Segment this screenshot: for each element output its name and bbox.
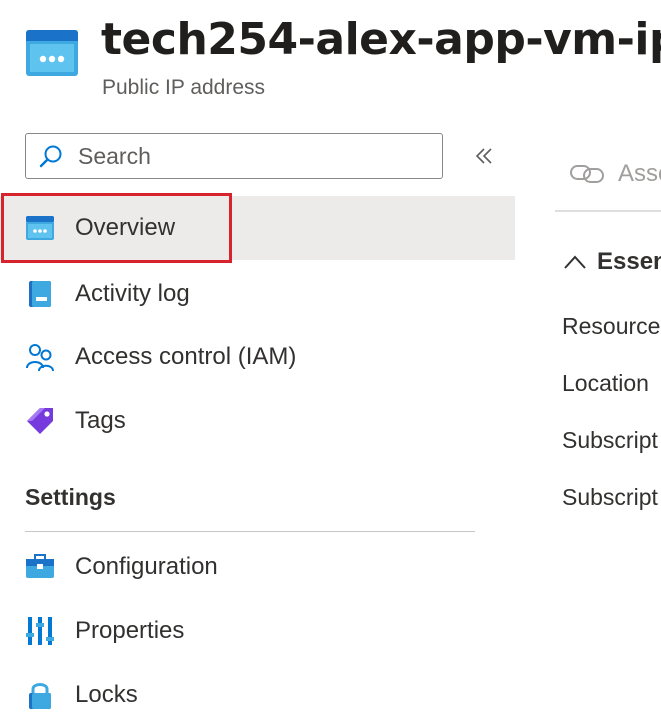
collapse-menu-icon[interactable] — [474, 146, 494, 166]
section-divider — [25, 531, 475, 532]
search-placeholder: Search — [78, 142, 151, 169]
associate-button-label: Asso — [618, 160, 661, 187]
configuration-icon — [25, 552, 55, 582]
public-ip-icon — [26, 30, 78, 76]
lock-icon — [25, 680, 55, 710]
nav-item-locks[interactable]: Locks — [0, 663, 515, 727]
tag-icon — [25, 406, 55, 436]
nav-item-activity-log[interactable]: Activity log — [0, 262, 515, 326]
associate-button[interactable]: Asso — [570, 160, 661, 188]
nav-item-label: Access control (IAM) — [75, 343, 297, 370]
nav-item-access-control[interactable]: Access control (IAM) — [0, 325, 515, 389]
toolbar-divider — [555, 210, 661, 212]
search-input[interactable]: Search — [25, 133, 443, 179]
nav-item-tags[interactable]: Tags — [0, 389, 515, 453]
essentials-label: Essen — [597, 248, 661, 275]
essentials-field-label: Subscript — [562, 484, 658, 510]
essentials-field-label: Subscript — [562, 427, 658, 453]
nav-item-label: Locks — [75, 681, 138, 708]
link-icon — [570, 165, 604, 183]
page-subtitle: Public IP address — [102, 76, 266, 99]
nav-item-properties[interactable]: Properties — [0, 599, 515, 663]
nav-item-configuration[interactable]: Configuration — [0, 535, 515, 599]
activity-log-icon — [25, 279, 55, 309]
nav-item-label: Tags — [75, 407, 126, 434]
essentials-field-label: Resource — [562, 313, 661, 339]
iam-icon — [25, 342, 55, 372]
settings-section-title: Settings — [25, 484, 116, 510]
chevron-up-icon — [564, 255, 586, 269]
selection-highlight-box — [1, 193, 232, 263]
nav-item-label: Properties — [75, 617, 185, 644]
page-title: tech254-alex-app-vm-ip — [101, 14, 661, 65]
nav-item-label: Activity log — [75, 280, 190, 307]
essentials-toggle[interactable]: Essen — [563, 248, 661, 276]
nav-item-label: Configuration — [75, 553, 218, 580]
properties-icon — [25, 616, 55, 646]
search-icon — [39, 145, 62, 168]
essentials-field-label: Location — [562, 370, 649, 396]
